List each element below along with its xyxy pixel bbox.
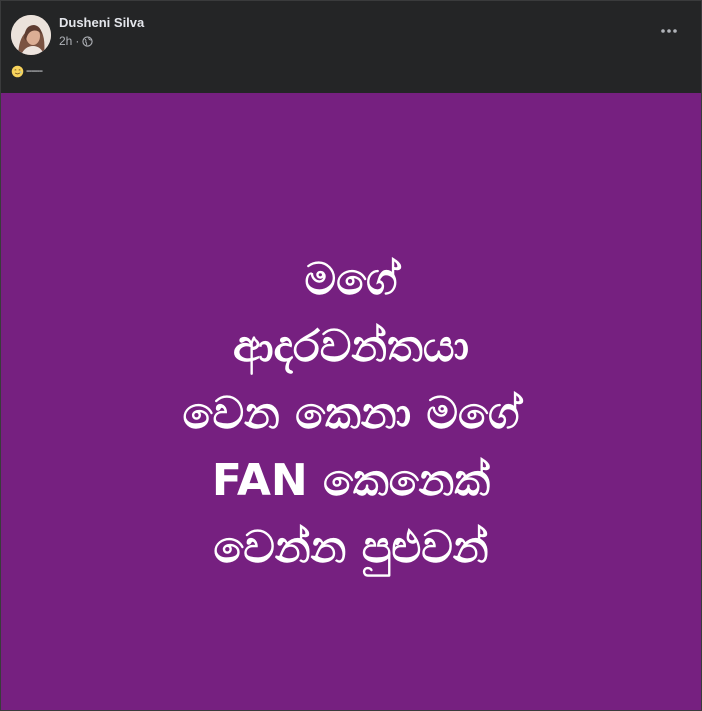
more-options-button[interactable] [653,19,685,43]
post-line-5: වෙන්න පුළුවන් [213,522,489,573]
post-time[interactable]: 2h [59,34,72,48]
author-avatar[interactable] [11,15,51,55]
more-options-icon [661,29,677,33]
post-text-block: මගේ ආදරවන්තයා වෙන කෙනා මගේ FAN කෙනෙක් වෙ… [183,246,520,581]
post-image[interactable]: මගේ ආදරවන්තයා වෙන කෙනා මගේ FAN කෙනෙක් වෙ… [1,93,701,710]
post-line-2: ආදරවන්තයා [233,321,469,372]
author-name[interactable]: Dusheni Silva [59,15,144,30]
post-meta: 2h · [59,34,93,48]
facebook-post: Dusheni Silva 2h · ------ මගේ ආදරවන්තයා … [0,0,702,711]
caption-text: ------ [26,65,43,77]
globe-icon[interactable] [82,35,93,47]
meta-separator: · [75,34,80,48]
smiling-face-with-tear-icon [11,65,24,78]
post-line-4: FAN කෙනෙක් [211,455,491,506]
post-caption: ------ [11,65,43,78]
post-header: Dusheni Silva 2h · ------ [1,1,701,93]
post-line-1: මගේ [304,254,398,305]
avatar-photo-icon [11,15,51,55]
post-line-3: වෙන කෙනා මගේ [182,388,520,439]
